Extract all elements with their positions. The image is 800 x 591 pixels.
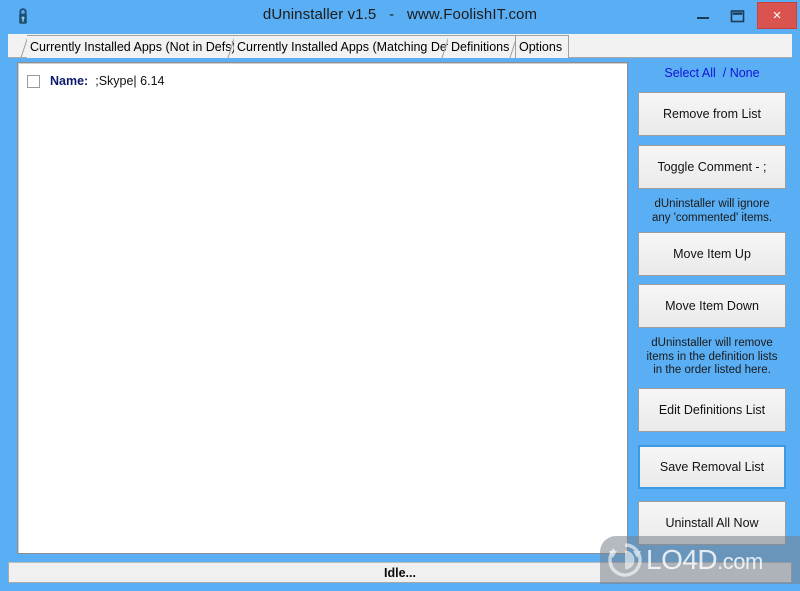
button-label: Move Item Up (673, 247, 751, 261)
move-item-up-button[interactable]: Move Item Up (638, 232, 786, 276)
move-item-down-button[interactable]: Move Item Down (638, 284, 786, 328)
commented-items-hint: dUninstaller will ignore any 'commented'… (651, 198, 773, 224)
close-icon: × (772, 7, 782, 24)
minimize-icon (688, 2, 718, 29)
minimize-button[interactable] (688, 2, 718, 29)
tab-strip: Currently Installed Apps (Not in Defs) C… (8, 34, 792, 58)
list-item-checkbox[interactable] (27, 74, 40, 88)
tab-label: Options (516, 35, 570, 58)
close-button[interactable]: × (757, 2, 797, 29)
save-removal-list-button[interactable]: Save Removal List (638, 445, 786, 489)
title-bar: dUninstaller v1.5 - www.FoolishIT.com × (0, 0, 800, 32)
select-all-none-link[interactable]: Select All / None (636, 66, 788, 80)
edit-definitions-list-button[interactable]: Edit Definitions List (638, 388, 786, 432)
uninstall-all-now-button[interactable]: Uninstall All Now (638, 501, 786, 545)
list-item-name-value: ;Skype| 6.14 (95, 74, 165, 88)
removal-order-hint: dUninstaller will remove items in the de… (646, 337, 778, 376)
action-sidebar: Select All / None Remove from List Toggl… (636, 62, 788, 554)
maximize-icon (722, 2, 752, 29)
status-text: Idle... (384, 565, 416, 580)
button-label: Move Item Down (665, 299, 759, 313)
status-bar: Idle... (8, 562, 792, 583)
list-item[interactable]: Name: ;Skype| 6.14 (18, 71, 627, 91)
list-item-name-label: Name: (50, 74, 89, 88)
tab-label: Currently Installed Apps (Not in Defs) (27, 35, 243, 58)
button-label: Uninstall All Now (665, 516, 759, 530)
remove-from-list-button[interactable]: Remove from List (638, 92, 786, 136)
button-label: Edit Definitions List (658, 403, 766, 417)
maximize-button[interactable] (722, 2, 752, 29)
button-label: Toggle Comment - ; (657, 160, 767, 174)
tab-label: Definitions (448, 35, 517, 58)
window-title: dUninstaller v1.5 - www.FoolishIT.com (262, 6, 538, 23)
installed-apps-list[interactable]: Name: ;Skype| 6.14 (17, 62, 628, 554)
button-label: Remove from List (663, 107, 761, 121)
button-label: Save Removal List (659, 460, 765, 474)
tab-label: Currently Installed Apps (Matching Defs) (234, 35, 468, 58)
toggle-comment-button[interactable]: Toggle Comment - ; (638, 145, 786, 189)
application-window: dUninstaller v1.5 - www.FoolishIT.com × … (0, 0, 800, 591)
